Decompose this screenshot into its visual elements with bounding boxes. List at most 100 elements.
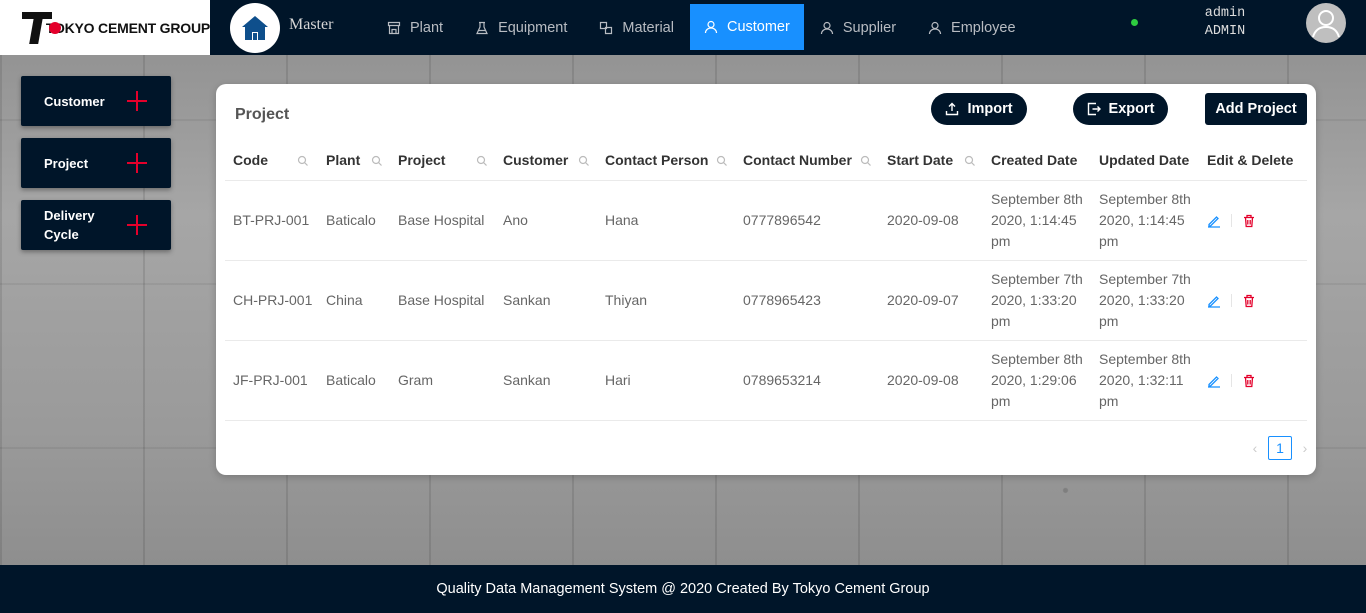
cell-created-date: September 8th 2020, 1:29:06 pm [983, 340, 1091, 421]
cell-code: CH-PRJ-001 [225, 260, 318, 341]
user-name: admin [1204, 6, 1246, 21]
card-title: Project [235, 106, 290, 123]
export-button[interactable]: Export [1073, 93, 1168, 125]
experiment-icon [476, 21, 489, 34]
cell-start-date: 2020-09-07 [879, 260, 983, 341]
section-title: Master [289, 16, 334, 33]
plus-icon[interactable] [127, 215, 147, 235]
column-header: Created Date [983, 141, 1091, 181]
nav-employee[interactable]: Employee [912, 0, 1031, 55]
cell-customer: Ano [495, 180, 597, 261]
top-navbar: TOKYO CEMENT GROUP Master Plant Equipmen… [0, 0, 1366, 55]
search-icon[interactable] [297, 155, 309, 167]
nav-customer[interactable]: Customer [689, 4, 804, 50]
table-row: JF-PRJ-001 Baticalo Gram Sankan Hari 078… [225, 340, 1307, 421]
nav-customer-label: Customer [726, 19, 790, 35]
footer: Quality Data Management System @ 2020 Cr… [0, 565, 1366, 613]
cell-start-date: 2020-09-08 [879, 340, 983, 421]
column-header[interactable]: Plant [318, 141, 390, 181]
cell-contact-number: 0789653214 [735, 340, 879, 421]
search-icon[interactable] [964, 155, 976, 167]
search-icon[interactable] [716, 155, 728, 167]
cell-start-date: 2020-09-08 [879, 180, 983, 261]
import-button[interactable]: Import [931, 93, 1027, 125]
pagination: ‹ 1 › [1249, 436, 1311, 460]
column-header[interactable]: Customer [495, 141, 597, 181]
nav-equipment[interactable]: Equipment [459, 0, 583, 55]
sidebar-item-project[interactable]: Project [21, 138, 171, 188]
edit-icon[interactable] [1207, 374, 1221, 388]
nav-material-label: Material [622, 19, 674, 36]
search-icon[interactable] [476, 155, 488, 167]
company-logo[interactable]: TOKYO CEMENT GROUP [0, 0, 210, 55]
cell-actions [1199, 260, 1307, 341]
table-header-row: Code Plant Project Customer Contact Pers… [225, 141, 1307, 181]
edit-icon[interactable] [1207, 294, 1221, 308]
user-icon [704, 20, 718, 34]
cell-created-date: September 7th 2020, 1:33:20 pm [983, 260, 1091, 341]
nav-plant[interactable]: Plant [371, 0, 459, 55]
user-avatar-icon [1312, 10, 1340, 38]
cell-customer: Sankan [495, 340, 597, 421]
project-table: Code Plant Project Customer Contact Pers… [225, 141, 1307, 421]
footer-text: Quality Data Management System @ 2020 Cr… [436, 581, 930, 597]
plus-icon[interactable] [127, 91, 147, 111]
cell-plant: Baticalo [318, 340, 390, 421]
cell-plant: China [318, 260, 390, 341]
nav-material[interactable]: Material [583, 0, 690, 55]
upload-icon [946, 102, 959, 116]
sidebar-item-customer[interactable]: Customer [21, 76, 171, 126]
nav-plant-label: Plant [410, 19, 444, 36]
delete-icon[interactable] [1242, 374, 1256, 388]
cell-plant: Baticalo [318, 180, 390, 261]
sidebar-item-label: Project [44, 155, 89, 171]
prev-page-icon[interactable]: ‹ [1249, 440, 1261, 456]
shop-icon [387, 21, 401, 34]
block-icon [600, 21, 613, 34]
export-label: Export [1108, 101, 1155, 117]
cell-created-date: September 8th 2020, 1:14:45 pm [983, 180, 1091, 261]
nav-equipment-label: Equipment [498, 19, 568, 36]
cell-code: BT-PRJ-001 [225, 180, 318, 261]
column-header[interactable]: Contact Person [597, 141, 735, 181]
home-button[interactable] [230, 2, 280, 53]
cell-customer: Sankan [495, 260, 597, 341]
cell-code: JF-PRJ-001 [225, 340, 318, 421]
add-project-button[interactable]: Add Project [1205, 93, 1307, 125]
column-header[interactable]: Contact Number [735, 141, 879, 181]
main-nav: Plant Equipment Material Customer Suppli… [371, 0, 1032, 55]
sidebar-item-label: Customer [44, 93, 105, 109]
table-row: CH-PRJ-001 China Base Hospital Sankan Th… [225, 260, 1307, 341]
user-role: ADMIN [1204, 24, 1246, 39]
cell-contact-person: Hana [597, 180, 735, 261]
page-number-current[interactable]: 1 [1268, 436, 1292, 460]
cell-contact-person: Hari [597, 340, 735, 421]
next-page-icon[interactable]: › [1299, 440, 1311, 456]
nav-employee-label: Employee [951, 19, 1016, 36]
sidebar-item-delivery-cycle[interactable]: Delivery Cycle [21, 200, 171, 250]
column-header[interactable]: Start Date [879, 141, 983, 181]
search-icon[interactable] [371, 155, 383, 167]
cell-contact-person: Thiyan [597, 260, 735, 341]
user-icon [820, 21, 833, 34]
cell-contact-number: 0777896542 [735, 180, 879, 261]
user-info[interactable]: admin ADMIN [1190, 5, 1260, 41]
column-header[interactable]: Code [225, 141, 318, 181]
import-label: Import [967, 101, 1013, 117]
edit-icon[interactable] [1207, 214, 1221, 228]
search-icon[interactable] [578, 155, 590, 167]
nav-supplier[interactable]: Supplier [804, 0, 912, 55]
cell-updated-date: September 8th 2020, 1:14:45 pm [1091, 180, 1199, 261]
cell-contact-number: 0778965423 [735, 260, 879, 341]
avatar[interactable] [1306, 3, 1346, 43]
delete-icon[interactable] [1242, 294, 1256, 308]
delete-icon[interactable] [1242, 214, 1256, 228]
user-icon [928, 21, 942, 34]
cell-project: Base Hospital [390, 260, 495, 341]
search-icon[interactable] [860, 155, 872, 167]
table-row: BT-PRJ-001 Baticalo Base Hospital Ano Ha… [225, 180, 1307, 261]
column-header[interactable]: Project [390, 141, 495, 181]
plus-icon[interactable] [127, 153, 147, 173]
logo-text: TOKYO CEMENT GROUP [45, 19, 210, 36]
cell-project: Base Hospital [390, 180, 495, 261]
